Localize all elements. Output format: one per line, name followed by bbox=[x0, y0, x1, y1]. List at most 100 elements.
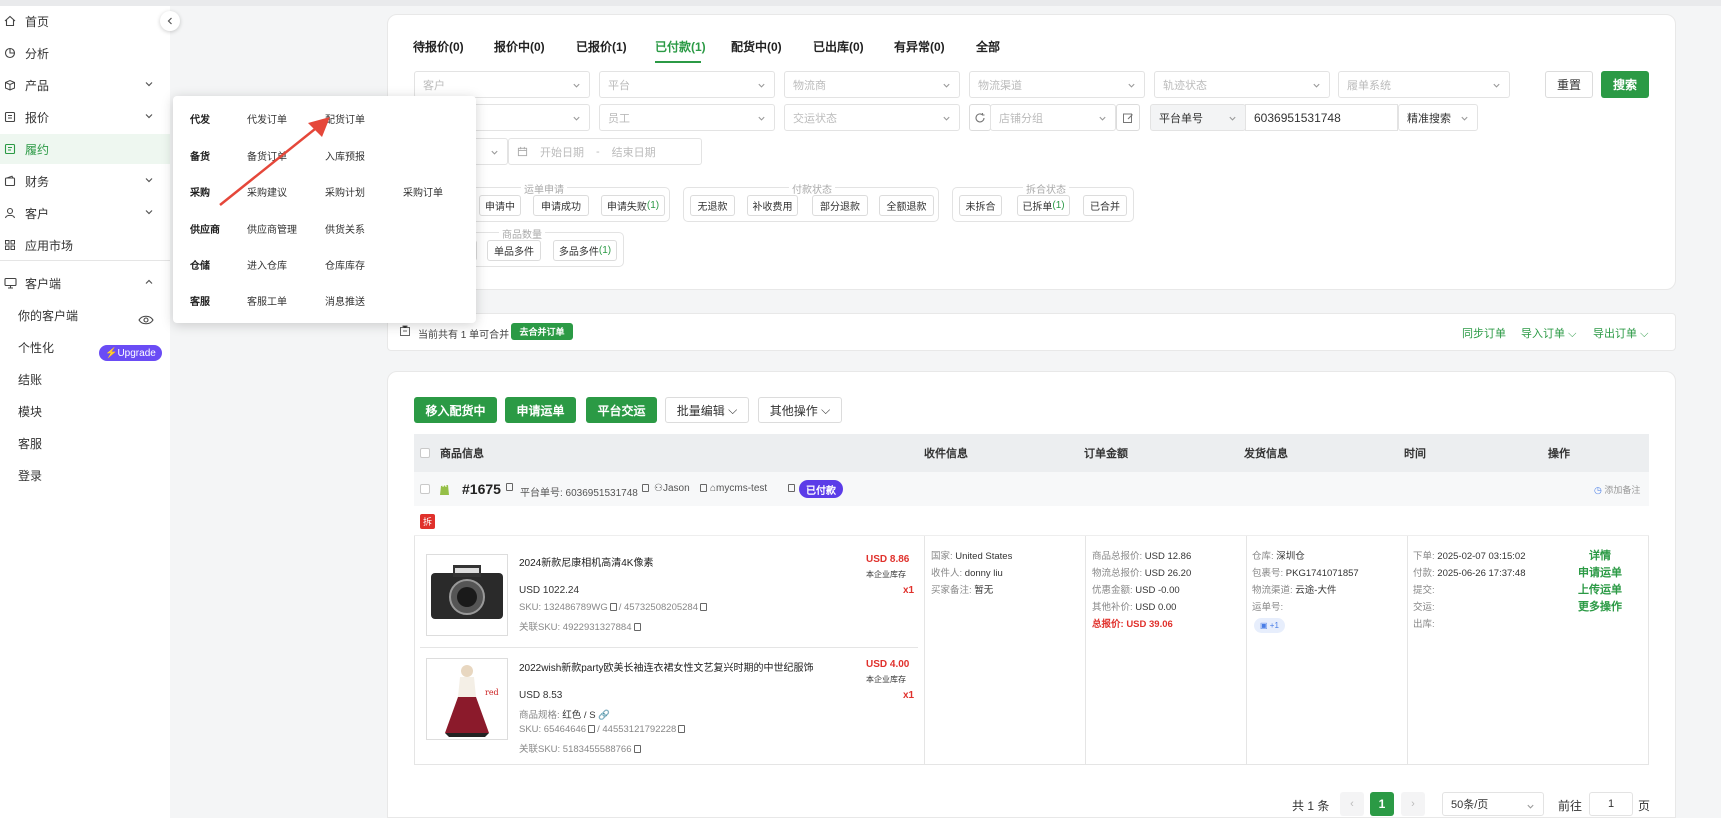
tab-shipped[interactable]: 已出库(0) bbox=[813, 38, 864, 55]
sync-orders-link[interactable]: 同步订单 bbox=[1462, 325, 1506, 341]
sidebar-sub-modules[interactable]: 模块 bbox=[18, 396, 42, 426]
shopify-icon bbox=[440, 484, 449, 495]
op-apply-waybill-link[interactable]: 申请运单 bbox=[1578, 565, 1622, 582]
platform-select[interactable]: 平台 bbox=[599, 71, 775, 98]
op-detail-link[interactable]: 详情 bbox=[1578, 548, 1622, 565]
sidebar-sub-checkout[interactable]: 结账 bbox=[18, 364, 42, 394]
chip-partial-refund[interactable]: 部分退款 bbox=[812, 195, 868, 216]
search-field-select[interactable]: 平台单号 bbox=[1150, 104, 1246, 131]
go-merge-button[interactable]: 去合并订单 bbox=[511, 323, 573, 340]
import-orders-link[interactable]: 导入订单 ⌵ bbox=[1521, 325, 1576, 341]
menu-item-message-push[interactable]: 消息推送 bbox=[325, 293, 365, 308]
chip-applying[interactable]: 申请中 bbox=[479, 195, 521, 216]
copy-icon[interactable] bbox=[633, 623, 641, 632]
copy-icon[interactable] bbox=[633, 745, 641, 754]
link-icon[interactable]: 🔗 bbox=[598, 710, 610, 721]
menu-item-supply-relation[interactable]: 供货关系 bbox=[325, 221, 365, 236]
product-image-dress[interactable]: red bbox=[426, 658, 508, 740]
menu-item-purchase-orders[interactable]: 采购订单 bbox=[403, 184, 443, 199]
shop-group-select[interactable]: 店铺分组 bbox=[990, 104, 1116, 131]
page-size-select[interactable]: 50条/页 bbox=[1442, 792, 1544, 816]
sidebar-item-home[interactable]: 首页 bbox=[0, 6, 170, 36]
upgrade-badge[interactable]: ⚡ Upgrade bbox=[99, 345, 162, 361]
chip-extra-charge[interactable]: 补收费用 bbox=[747, 195, 798, 216]
tab-pending-quote[interactable]: 待报价(0) bbox=[413, 38, 464, 55]
staff-select[interactable]: 员工 bbox=[599, 104, 775, 131]
tab-exception[interactable]: 有异常(0) bbox=[894, 38, 945, 55]
product-image-camera[interactable] bbox=[426, 554, 508, 636]
sidebar-sub-your-client[interactable]: 你的客户端 bbox=[18, 300, 78, 330]
export-orders-link[interactable]: 导出订单 ⌵ bbox=[1593, 325, 1648, 341]
eye-icon[interactable] bbox=[138, 314, 154, 326]
op-more-link[interactable]: 更多操作 bbox=[1578, 599, 1622, 616]
prev-page-button[interactable]: ‹ bbox=[1340, 792, 1364, 816]
chip-no-refund[interactable]: 无退款 bbox=[690, 195, 735, 216]
refresh-button[interactable] bbox=[969, 104, 991, 131]
copy-icon[interactable] bbox=[642, 484, 649, 492]
op-upload-waybill-link[interactable]: 上传运单 bbox=[1578, 582, 1622, 599]
search-input[interactable]: 6036951531748 bbox=[1245, 104, 1398, 131]
sidebar-collapse-button[interactable] bbox=[160, 11, 180, 31]
channel-select[interactable]: 物流渠道 bbox=[969, 71, 1145, 98]
sidebar-sub-login[interactable]: 登录 bbox=[18, 460, 42, 490]
platform-handover-button[interactable]: 平台交运 bbox=[586, 397, 657, 423]
date-range-picker[interactable]: 开始日期 - 结束日期 bbox=[508, 138, 702, 165]
copy-icon[interactable] bbox=[609, 603, 617, 612]
add-note-link[interactable]: ◷ 添加备注 bbox=[1594, 483, 1640, 496]
order-checkbox[interactable] bbox=[420, 484, 430, 494]
menu-item-enter-warehouse[interactable]: 进入仓库 bbox=[247, 257, 287, 272]
carrier-select[interactable]: 物流商 bbox=[784, 71, 960, 98]
tab-quoted[interactable]: 已报价(1) bbox=[576, 38, 627, 55]
goto-page-input[interactable]: 1 bbox=[1589, 792, 1633, 816]
copy-icon[interactable] bbox=[788, 484, 795, 492]
page-1-button[interactable]: 1 bbox=[1370, 792, 1394, 816]
sidebar-item-finance[interactable]: 财务 bbox=[0, 166, 170, 196]
tab-quoting[interactable]: 报价中(0) bbox=[494, 38, 545, 55]
package-badge[interactable]: ▣ +1 bbox=[1254, 618, 1285, 633]
select-all-checkbox[interactable] bbox=[420, 448, 430, 458]
sidebar-sub-personalize[interactable]: 个性化 bbox=[18, 332, 54, 362]
fulfillment-system-select[interactable]: 履单系统 bbox=[1338, 71, 1510, 98]
tab-allocating[interactable]: 配货中(0) bbox=[731, 38, 782, 55]
copy-icon[interactable] bbox=[699, 603, 707, 612]
chip-merged[interactable]: 已合并 bbox=[1083, 195, 1127, 216]
tab-paid[interactable]: 已付款(1) bbox=[655, 38, 706, 55]
sidebar-item-app-market[interactable]: 应用市场 bbox=[0, 230, 170, 260]
chip-apply-success[interactable]: 申请成功 bbox=[533, 195, 589, 216]
next-page-button[interactable]: › bbox=[1401, 792, 1425, 816]
handover-status-select[interactable]: 交运状态 bbox=[784, 104, 960, 131]
product-title[interactable]: 2022wish新款party欧美长袖连衣裙女性文艺复兴时期的中世纪服饰 bbox=[519, 659, 813, 674]
other-actions-button[interactable]: 其他操作 ⌵ bbox=[758, 397, 842, 423]
track-status-select[interactable]: 轨迹状态 bbox=[1154, 71, 1330, 98]
sidebar-item-products[interactable]: 产品 bbox=[0, 70, 170, 100]
sidebar-item-client[interactable]: 客户端 bbox=[0, 268, 170, 298]
chip-full-refund[interactable]: 全额退款 bbox=[879, 195, 934, 216]
menu-item-service-tickets[interactable]: 客服工单 bbox=[247, 293, 287, 308]
copy-icon[interactable] bbox=[506, 483, 513, 491]
reset-button[interactable]: 重置 bbox=[1545, 71, 1593, 98]
sidebar-item-analysis[interactable]: 分析 bbox=[0, 38, 170, 68]
edit-group-button[interactable] bbox=[1116, 104, 1140, 131]
copy-icon[interactable] bbox=[588, 725, 596, 734]
sidebar-sub-service[interactable]: 客服 bbox=[18, 428, 42, 458]
copy-icon[interactable] bbox=[678, 725, 686, 734]
search-button[interactable]: 搜索 bbox=[1601, 71, 1649, 98]
product-title[interactable]: 2024新款尼康相机高清4K像素 bbox=[519, 554, 653, 569]
chip-unmerged[interactable]: 未拆合 bbox=[959, 195, 1002, 216]
precise-search-select[interactable]: 精准搜索 bbox=[1398, 104, 1478, 131]
sidebar-item-fulfillment[interactable]: 履约 bbox=[0, 134, 170, 164]
chip-multi-multi[interactable]: 多品多件 (1) bbox=[553, 240, 617, 261]
sidebar-item-customers[interactable]: 客户 bbox=[0, 198, 170, 228]
menu-item-supplier-mgmt[interactable]: 供应商管理 bbox=[247, 221, 297, 236]
apply-waybill-button[interactable]: 申请运单 bbox=[505, 397, 576, 423]
chip-single-multi[interactable]: 单品多件 bbox=[487, 240, 541, 261]
chip-split[interactable]: 已拆单 (1) bbox=[1017, 195, 1070, 216]
move-to-allocating-button[interactable]: 移入配货中 bbox=[414, 397, 497, 423]
menu-item-warehouse-stock[interactable]: 仓库库存 bbox=[325, 257, 365, 272]
chip-apply-fail[interactable]: 申请失败 (1) bbox=[601, 195, 665, 216]
customer-select[interactable]: 客户 bbox=[414, 71, 590, 98]
batch-edit-button[interactable]: 批量编辑 ⌵ bbox=[665, 397, 749, 423]
tab-all[interactable]: 全部 bbox=[976, 38, 1000, 55]
copy-icon[interactable] bbox=[700, 484, 707, 492]
sidebar-item-quote[interactable]: 报价 bbox=[0, 102, 170, 132]
